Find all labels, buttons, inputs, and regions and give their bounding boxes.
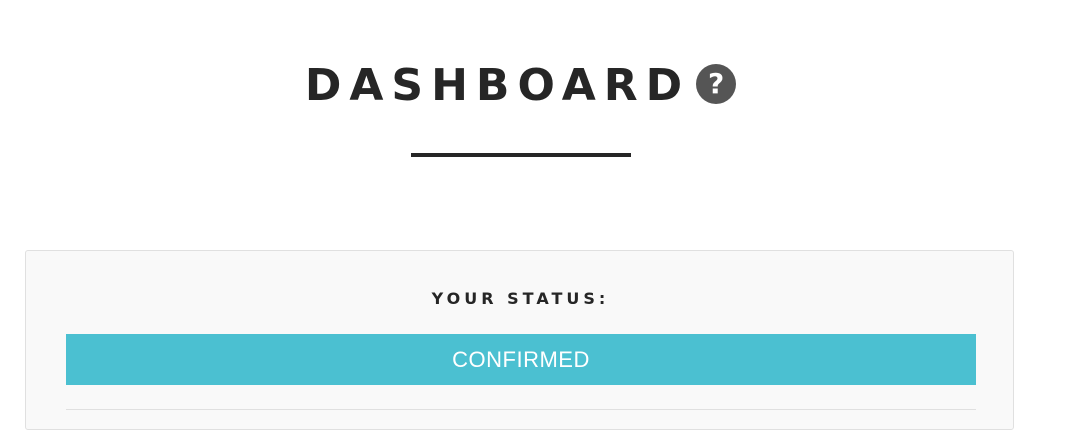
status-badge: CONFIRMED	[66, 334, 976, 385]
status-label: YOUR STATUS:	[431, 289, 610, 308]
title-row: DASHBOARD?	[0, 58, 1041, 114]
question-circle-icon[interactable]: ?	[696, 64, 737, 104]
title-underline	[411, 153, 631, 157]
page-title: DASHBOARD	[304, 60, 691, 111]
page-header: DASHBOARD?	[0, 0, 1041, 200]
status-card: YOUR STATUS: CONFIRMED	[25, 250, 1014, 430]
